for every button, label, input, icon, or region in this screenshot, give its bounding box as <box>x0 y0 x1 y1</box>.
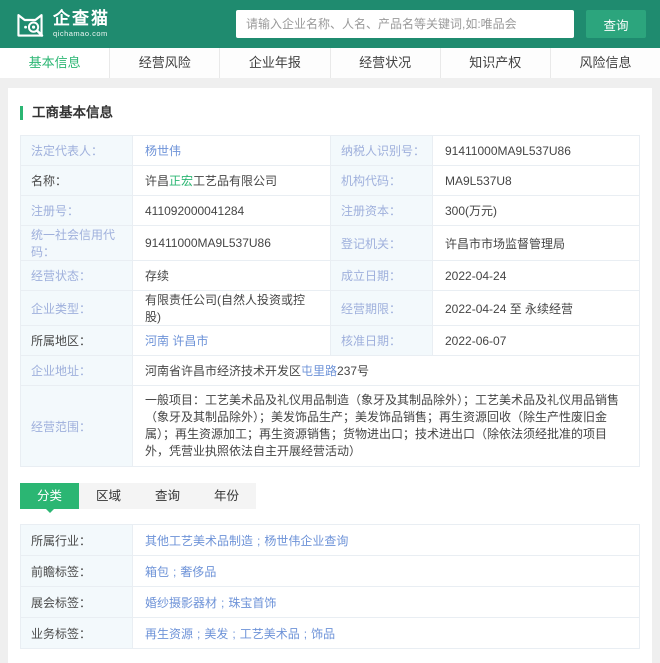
table-row: 所属行业： 其他工艺美术品制造; 杨世伟企业查询 <box>20 524 640 556</box>
term-value: 2022-04-24 至 永续经营 <box>432 290 640 326</box>
field-label-ent-type: 企业类型： <box>20 290 133 326</box>
table-row: 业务标签： 再生资源; 美发; 工艺美术品; 饰品 <box>20 617 640 649</box>
establish-date-value: 2022-04-24 <box>432 260 640 291</box>
reg-authority-value: 许昌市市场监督管理局 <box>432 225 640 261</box>
tag-link[interactable]: 奢侈品 <box>180 565 216 579</box>
field-label-expo-tags: 展会标签： <box>20 586 133 618</box>
table-row: 所属地区： 河南 许昌市 核准日期： 2022-06-07 <box>20 325 640 356</box>
table-row: 企业地址： 河南省许昌市经济技术开发区屯里路237号 <box>20 355 640 386</box>
field-label-taxpayer-id: 纳税人识别号： <box>330 135 433 166</box>
ent-type-value: 有限责任公司(自然人投资或控股) <box>132 290 331 326</box>
nav-tab-basic-info[interactable]: 基本信息 <box>0 48 111 78</box>
content-card: 工商基本信息 法定代表人： 杨世伟 纳税人识别号： 91411000MA9L53… <box>8 88 652 663</box>
tag-link[interactable]: 婚纱摄影器材 <box>145 596 217 610</box>
table-row: 企业类型： 有限责任公司(自然人投资或控股) 经营期限： 2022-04-24 … <box>20 290 640 326</box>
logo-title: 企查猫 <box>53 9 110 29</box>
main-nav: 基本信息 经营风险 企业年报 经营状况 知识产权 风险信息 <box>0 48 660 78</box>
app-header: 企查猫 qichamao.com 查询 <box>0 0 660 48</box>
industry-link[interactable]: 其他工艺美术品制造 <box>145 534 253 548</box>
table-row: 前瞻标签： 箱包; 奢侈品 <box>20 555 640 587</box>
nav-tab-operating-status[interactable]: 经营状况 <box>330 48 441 78</box>
search-button[interactable]: 查询 <box>586 10 646 38</box>
taxpayer-id-value: 91411000MA9L537U86 <box>432 135 640 166</box>
approval-date-value: 2022-06-07 <box>432 325 640 356</box>
address-value: 河南省许昌市经济技术开发区屯里路237号 <box>132 355 640 386</box>
search-input[interactable] <box>236 10 574 38</box>
separator: ; <box>173 564 177 579</box>
nav-tab-business-risk[interactable]: 经营风险 <box>110 48 221 78</box>
field-label-address: 企业地址： <box>20 355 133 386</box>
tag-link[interactable]: 箱包 <box>145 565 169 579</box>
nav-tab-risk-info[interactable]: 风险信息 <box>550 48 660 78</box>
company-name-prefix: 许昌 <box>145 174 170 188</box>
industry-link[interactable]: 杨世伟企业查询 <box>264 534 348 548</box>
field-label-business-tags: 业务标签： <box>20 617 133 649</box>
filter-tabs: 分类 区域 查询 年份 <box>20 483 257 513</box>
field-label-scope: 经营范围： <box>20 385 133 467</box>
table-row: 名称： 许昌正宏工艺品有限公司 机构代码： MA9L537U8 <box>20 165 640 196</box>
field-label-qianzhan-tags: 前瞻标签： <box>20 555 133 587</box>
keyword-highlight: 正宏 <box>169 174 194 188</box>
field-label-industry: 所属行业： <box>20 524 133 556</box>
filter-tab-region[interactable]: 区域 <box>79 483 138 509</box>
field-label-region: 所属地区： <box>20 325 133 356</box>
address-pre: 河南省许昌市经济技术开发区 <box>145 364 302 378</box>
field-label-status: 经营状态： <box>20 260 133 291</box>
separator: ; <box>221 595 225 610</box>
business-info-table: 法定代表人： 杨世伟 纳税人识别号： 91411000MA9L537U86 名称… <box>20 135 640 467</box>
company-name-suffix: 工艺品有限公司 <box>193 174 278 188</box>
tags-table: 所属行业： 其他工艺美术品制造; 杨世伟企业查询 前瞻标签： 箱包; 奢侈品 展会标… <box>20 524 640 649</box>
separator: ; <box>257 533 261 548</box>
region-link[interactable]: 河南 许昌市 <box>145 334 208 348</box>
field-label-legal-rep: 法定代表人： <box>20 135 133 166</box>
field-label-reg-no: 注册号： <box>20 195 133 226</box>
table-row: 展会标签： 婚纱摄影器材; 珠宝首饰 <box>20 586 640 618</box>
reg-capital-value: 300(万元) <box>432 195 640 226</box>
table-row: 注册号： 411092000041284 注册资本： 300(万元) <box>20 195 640 226</box>
logo[interactable]: 企查猫 qichamao.com <box>14 8 110 40</box>
field-label-company-name: 名称： <box>20 165 133 196</box>
logo-domain: qichamao.com <box>53 29 108 39</box>
nav-tab-annual-report[interactable]: 企业年报 <box>220 48 331 78</box>
logo-cat-icon <box>14 8 46 40</box>
field-label-reg-authority: 登记机关： <box>330 225 433 261</box>
field-label-approval-date: 核准日期： <box>330 325 433 356</box>
reg-no-value: 411092000041284 <box>132 195 331 226</box>
filter-tab-year[interactable]: 年份 <box>197 483 256 509</box>
address-post: 237号 <box>337 364 370 378</box>
field-label-org-code: 机构代码： <box>330 165 433 196</box>
filter-tab-category[interactable]: 分类 <box>20 483 80 513</box>
field-label-term: 经营期限： <box>330 290 433 326</box>
org-code-value: MA9L537U8 <box>432 165 640 196</box>
table-row: 统一社会信用代码： 91411000MA9L537U86 登记机关： 许昌市市场… <box>20 225 640 261</box>
field-label-reg-capital: 注册资本： <box>330 195 433 226</box>
tag-link[interactable]: 珠宝首饰 <box>228 596 276 610</box>
search-bar: 查询 <box>236 10 646 38</box>
table-row: 经营状态： 存续 成立日期： 2022-04-24 <box>20 260 640 291</box>
filter-tab-query[interactable]: 查询 <box>138 483 197 509</box>
nav-tab-intellectual-property[interactable]: 知识产权 <box>440 48 551 78</box>
company-name-value: 许昌正宏工艺品有限公司 <box>132 165 331 196</box>
section-title-business-info: 工商基本信息 <box>20 106 640 120</box>
scope-value: 一般项目：工艺美术品及礼仪用品制造（象牙及其制品除外）；工艺美术品及礼仪用品销售… <box>132 385 640 467</box>
address-street-link[interactable]: 屯里路 <box>301 364 337 378</box>
field-label-establish-date: 成立日期： <box>330 260 433 291</box>
table-row: 经营范围： 一般项目：工艺美术品及礼仪用品制造（象牙及其制品除外）；工艺美术品及… <box>20 385 640 467</box>
status-value: 存续 <box>132 260 331 291</box>
field-label-credit-code: 统一社会信用代码： <box>20 225 133 261</box>
table-row: 法定代表人： 杨世伟 纳税人识别号： 91411000MA9L537U86 <box>20 135 640 166</box>
legal-rep-link[interactable]: 杨世伟 <box>145 144 181 158</box>
credit-code-value: 91411000MA9L537U86 <box>132 225 331 261</box>
